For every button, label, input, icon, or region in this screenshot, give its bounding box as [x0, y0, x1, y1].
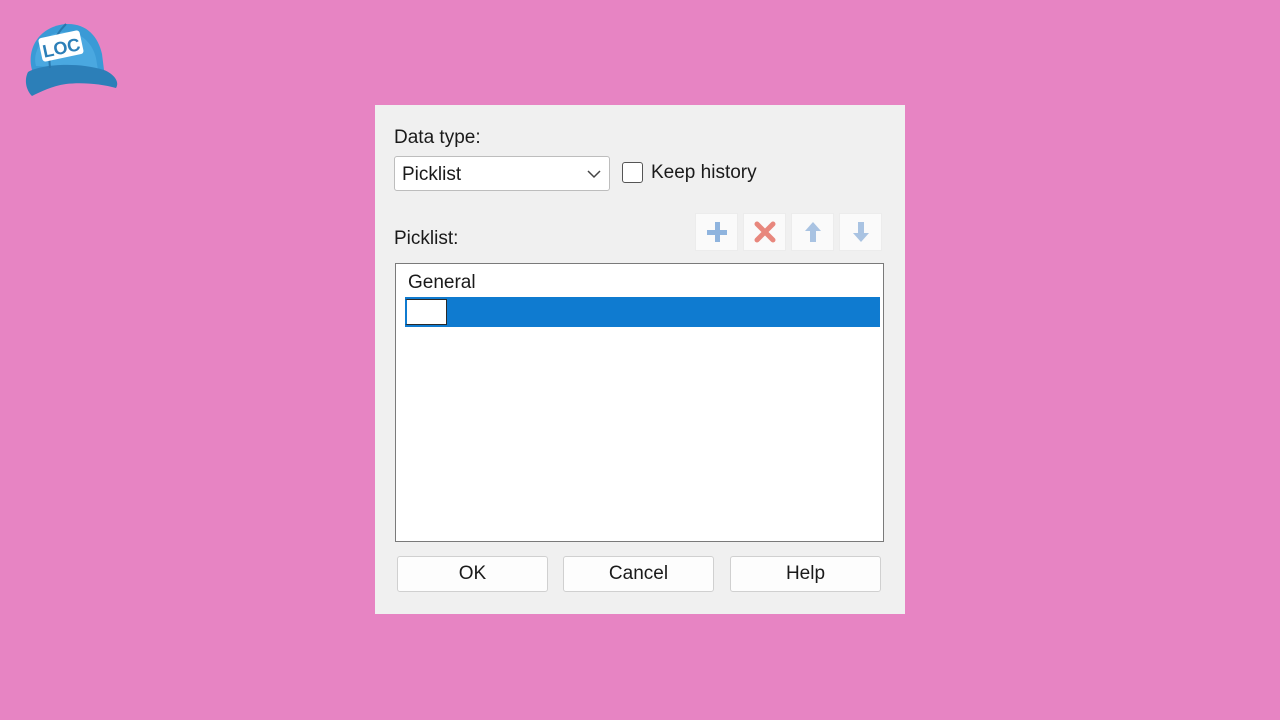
new-item-edit-field[interactable]	[405, 299, 447, 325]
picklist-dialog: Data type: Picklist Keep history Picklis…	[375, 105, 905, 614]
arrow-up-icon	[804, 222, 821, 242]
data-type-value: Picklist	[402, 164, 462, 185]
move-down-button[interactable]	[839, 213, 882, 251]
delete-item-button[interactable]	[743, 213, 786, 251]
delete-x-icon	[754, 221, 775, 243]
data-type-dropdown[interactable]: Picklist	[394, 156, 610, 191]
help-button[interactable]: Help	[730, 556, 881, 592]
picklist-label: Picklist:	[394, 228, 459, 249]
data-type-label: Data type:	[394, 127, 481, 148]
keep-history-label[interactable]: Keep history	[651, 162, 757, 184]
loc-cap-logo: LOC	[25, 23, 118, 96]
add-item-button[interactable]	[695, 213, 738, 251]
selected-list-row[interactable]	[405, 297, 880, 327]
list-item[interactable]: General	[408, 272, 476, 294]
move-up-button[interactable]	[791, 213, 834, 251]
ok-button[interactable]: OK	[397, 556, 548, 592]
picklist-listbox[interactable]: General	[395, 263, 884, 542]
keep-history-checkbox[interactable]	[622, 162, 643, 183]
chevron-down-icon	[587, 170, 601, 179]
cancel-button[interactable]: Cancel	[563, 556, 714, 592]
plus-icon	[706, 222, 727, 242]
arrow-down-icon	[852, 222, 869, 242]
